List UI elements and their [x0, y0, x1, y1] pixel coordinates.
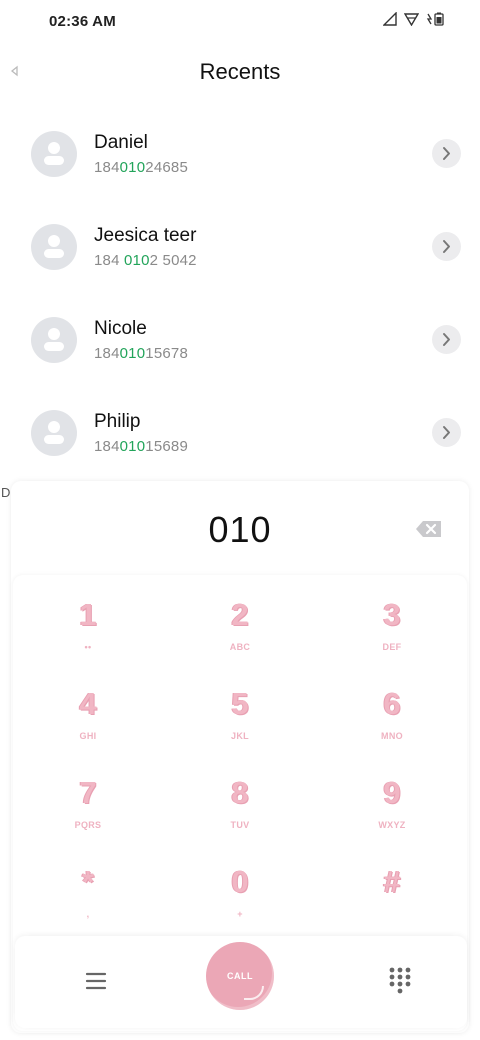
avatar [31, 410, 77, 456]
status-bar: 02:36 AM [0, 0, 480, 44]
key-4[interactable]: 4 GHI [13, 664, 163, 750]
key-6[interactable]: 6 MNO [317, 664, 467, 750]
key-5[interactable]: 5 JKL [165, 664, 315, 750]
list-item[interactable]: Philip 18401015689 [0, 386, 480, 479]
chevron-right-icon [443, 240, 450, 253]
contact-name: Jeesica teer [94, 225, 197, 246]
signal-icon [383, 12, 397, 26]
avatar-icon [44, 421, 64, 444]
key-9[interactable]: 9 WXYZ [317, 753, 467, 839]
entered-number: 010 [208, 509, 272, 550]
key-0[interactable]: 0 + [165, 842, 315, 928]
key-hash[interactable]: # [317, 842, 467, 928]
list-item[interactable]: Daniel 18401024685 [0, 107, 480, 200]
dialpad-icon[interactable] [388, 966, 412, 994]
wifi-icon [404, 13, 419, 26]
key-1[interactable]: 1 •• [13, 575, 163, 661]
battery-icon [426, 12, 444, 26]
details-button[interactable] [432, 232, 461, 261]
call-button-highlight [244, 986, 264, 1000]
avatar [31, 317, 77, 363]
menu-icon[interactable] [83, 968, 109, 994]
chevron-right-icon [443, 147, 450, 160]
list-item[interactable]: Nicole 18401015678 [0, 293, 480, 386]
contact-name: Daniel [94, 132, 148, 153]
page-title: Recents [199, 59, 281, 84]
avatar-icon [44, 142, 64, 165]
avatar [31, 131, 77, 177]
dialer-panel: 010 1 •• 2 ABC 3 DEF 4 GHI 5 JKL 6 MNO 7 PQRS 8… [11, 481, 469, 1033]
status-time: 02:36 AM [49, 13, 116, 30]
avatar-icon [44, 235, 64, 258]
list-item[interactable]: Jeesica teer 184 0102 5042 [0, 200, 480, 293]
header: Recents [0, 44, 480, 100]
details-button[interactable] [432, 139, 461, 168]
contact-name: Nicole [94, 318, 147, 339]
number-display: 010 [11, 481, 469, 575]
key-star[interactable]: *, [13, 842, 163, 928]
details-button[interactable] [432, 325, 461, 354]
contact-number: 18401015689 [94, 438, 188, 455]
key-2[interactable]: 2 ABC [165, 575, 315, 661]
contact-number: 18401015678 [94, 345, 188, 362]
avatar-icon [44, 328, 64, 351]
backspace-icon[interactable] [415, 519, 443, 539]
details-button[interactable] [432, 418, 461, 447]
key-8[interactable]: 8 TUV [165, 753, 315, 839]
key-7[interactable]: 7 PQRS [13, 753, 163, 839]
avatar [31, 224, 77, 270]
status-icons [383, 12, 446, 26]
call-label: CALL [227, 971, 253, 981]
contact-number: 184 0102 5042 [94, 252, 197, 269]
chevron-right-icon [443, 426, 450, 439]
side-marker: D [1, 485, 11, 500]
dialer-bottom-bar: CALL [15, 936, 467, 1028]
contact-number: 18401024685 [94, 159, 188, 176]
call-button[interactable]: CALL [206, 942, 274, 1010]
contact-name: Philip [94, 411, 141, 432]
key-3[interactable]: 3 DEF [317, 575, 467, 661]
chevron-right-icon [443, 333, 450, 346]
